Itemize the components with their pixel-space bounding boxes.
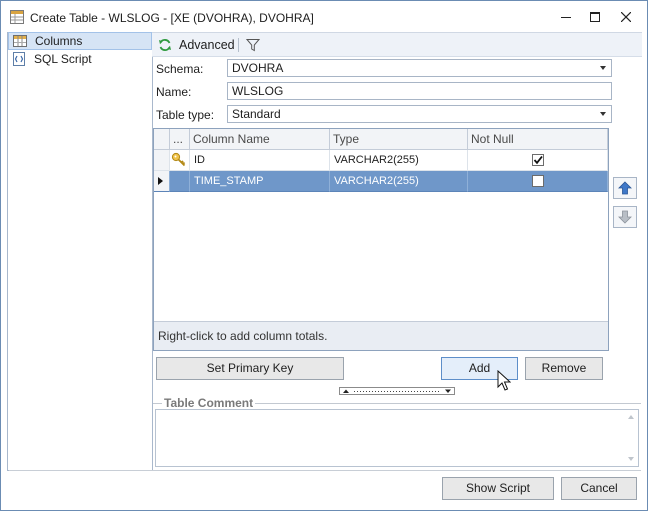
grid-header-not-null[interactable]: Not Null bbox=[468, 129, 608, 150]
chevron-down-icon bbox=[600, 112, 606, 116]
schema-select[interactable]: DVOHRA bbox=[227, 59, 612, 77]
name-label: Name: bbox=[156, 85, 192, 99]
toolbar: Advanced bbox=[152, 33, 642, 57]
table-comment-input[interactable] bbox=[155, 409, 639, 467]
advanced-button[interactable]: Advanced bbox=[158, 36, 235, 54]
minimize-icon bbox=[561, 17, 571, 18]
remove-button[interactable]: Remove bbox=[525, 357, 603, 380]
splitter-handle[interactable] bbox=[339, 387, 455, 395]
filter-icon bbox=[245, 39, 261, 52]
scroll-down-icon bbox=[628, 457, 634, 461]
row-indicator bbox=[154, 150, 170, 171]
row-indicator-header bbox=[154, 129, 170, 150]
filter-button[interactable] bbox=[245, 37, 261, 53]
not-null-checkbox[interactable] bbox=[532, 154, 544, 166]
show-script-button[interactable]: Show Script bbox=[442, 477, 554, 500]
schema-value: DVOHRA bbox=[232, 61, 284, 75]
window-title: Create Table - WLSLOG - [XE (DVOHRA), DV… bbox=[30, 11, 314, 25]
column-type-cell[interactable]: VARCHAR2(255) bbox=[330, 150, 468, 171]
grid-header-type[interactable]: Type bbox=[330, 129, 468, 150]
toolbar-separator bbox=[238, 38, 239, 52]
create-table-window: Create Table - WLSLOG - [XE (DVOHRA), DV… bbox=[0, 0, 648, 511]
close-window-button[interactable] bbox=[611, 5, 641, 29]
arrow-up-icon bbox=[618, 181, 632, 195]
schema-label: Schema: bbox=[156, 62, 204, 76]
column-name-cell[interactable]: ID bbox=[190, 150, 330, 171]
grid-header-column-name[interactable]: Column Name bbox=[190, 129, 330, 150]
maximize-button[interactable] bbox=[580, 5, 610, 29]
grid-header-dots[interactable]: ... bbox=[170, 129, 190, 150]
minimize-button[interactable] bbox=[551, 5, 581, 29]
not-null-cell bbox=[468, 150, 608, 171]
refresh-icon bbox=[159, 39, 171, 51]
sql-script-icon bbox=[13, 52, 25, 66]
columns-grid: ... Column Name Type Not Null ID VARCHAR… bbox=[153, 128, 609, 351]
scroll-up-icon bbox=[628, 415, 634, 419]
move-up-button[interactable] bbox=[613, 177, 637, 199]
sidebar: Columns SQL Script bbox=[7, 32, 153, 471]
not-null-checkbox[interactable] bbox=[532, 175, 544, 187]
table-comment-legend: Table Comment bbox=[162, 396, 256, 410]
divider bbox=[9, 470, 641, 471]
not-null-cell bbox=[468, 171, 608, 192]
mouse-cursor-icon bbox=[497, 370, 511, 391]
cancel-button[interactable]: Cancel bbox=[561, 477, 637, 500]
key-icon bbox=[171, 152, 186, 167]
maximize-icon bbox=[590, 12, 600, 22]
name-input[interactable]: WLSLOG bbox=[227, 82, 612, 100]
columns-icon bbox=[13, 35, 27, 47]
sidebar-item-columns[interactable]: Columns bbox=[8, 32, 152, 50]
table-app-icon bbox=[10, 10, 24, 24]
title-bar: Create Table - WLSLOG - [XE (DVOHRA), DV… bbox=[1, 1, 647, 33]
name-value: WLSLOG bbox=[232, 84, 284, 98]
chevron-down-icon bbox=[600, 66, 606, 70]
table-type-value: Standard bbox=[232, 107, 281, 121]
primary-key-cell bbox=[170, 150, 190, 171]
row-pointer-icon bbox=[158, 177, 163, 185]
column-name-cell[interactable]: TIME_STAMP bbox=[190, 171, 330, 192]
sidebar-item-sql-script[interactable]: SQL Script bbox=[8, 50, 152, 68]
sidebar-item-label: Columns bbox=[35, 34, 83, 48]
close-icon bbox=[621, 12, 631, 22]
set-primary-key-button[interactable]: Set Primary Key bbox=[156, 357, 344, 380]
table-type-label: Table type: bbox=[156, 108, 215, 122]
comment-scrollbar[interactable] bbox=[624, 410, 638, 466]
checkmark-icon bbox=[533, 155, 543, 165]
row-indicator bbox=[154, 171, 170, 192]
grid-footer: Right-click to add column totals. bbox=[154, 321, 608, 350]
arrow-down-icon bbox=[618, 210, 632, 224]
advanced-label: Advanced bbox=[179, 38, 235, 52]
splitter-grip-icon bbox=[343, 389, 451, 393]
move-down-button[interactable] bbox=[613, 206, 637, 228]
primary-key-cell bbox=[170, 171, 190, 192]
sidebar-item-label: SQL Script bbox=[34, 52, 92, 66]
table-type-select[interactable]: Standard bbox=[227, 105, 612, 123]
column-type-cell[interactable]: VARCHAR2(255) bbox=[330, 171, 468, 192]
